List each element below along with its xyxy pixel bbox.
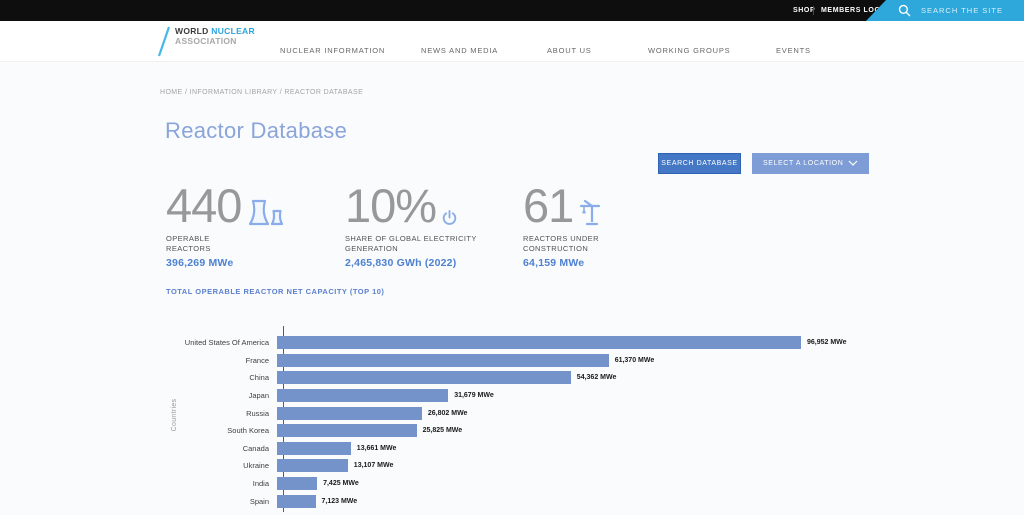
chart-row: Japan 31,679 MWe [160, 387, 900, 405]
chart-value-label: 7,123 MWe [321, 497, 358, 505]
chart-bar[interactable] [277, 371, 571, 385]
chart-value-label: 54,362 MWe [576, 374, 617, 382]
logo-text: WORLD NUCLEAR ASSOCIATION [175, 27, 255, 63]
chart-bar[interactable] [277, 406, 422, 420]
chart-row: Spain 7,123 MWe [160, 492, 900, 510]
chart-category-label: Canada [242, 443, 269, 453]
chart-bar-zone: 7,425 MWe [276, 477, 900, 491]
chart-row: India 7,425 MWe [160, 475, 900, 493]
chart-row: Canada 13,661 MWe [160, 440, 900, 458]
chart-bar[interactable] [277, 389, 449, 403]
stat-share-label: SHARE OF GLOBAL ELECTRICITY GENERATION [345, 234, 477, 253]
chart-bar[interactable] [277, 477, 318, 491]
bar-chart: United States Of America 96,952 MWe France… [160, 334, 900, 510]
crane-icon [579, 198, 601, 226]
chart-title: TOTAL OPERABLE REACTOR NET CAPACITY (TOP… [166, 287, 385, 296]
stat-electricity-share: 10% SHARE OF GLOBAL ELECTRICITY GENERATI… [345, 179, 481, 269]
search-database-button[interactable]: SEARCH DATABASE [658, 153, 741, 174]
chart-bar-zone: 54,362 MWe [276, 371, 900, 385]
select-location-dropdown[interactable]: SELECT A LOCATION [752, 153, 869, 174]
chart-bar-zone: 13,107 MWe [276, 459, 900, 473]
chart-row: South Korea 25,825 MWe [160, 422, 900, 440]
chart-bar-zone: 7,123 MWe [276, 494, 900, 508]
cooling-towers-icon [247, 198, 285, 226]
chart-value-label: 31,679 MWe [454, 392, 494, 400]
page: SHOP MEMBERS LOGIN WORLD NUCLEAR ASSOCIA… [0, 0, 1024, 515]
chart-row: China 54,362 MWe [160, 369, 900, 387]
logo-slash-icon [156, 25, 172, 63]
chart-bar[interactable] [277, 459, 348, 473]
chart-value-label: 26,802 MWe [427, 409, 468, 417]
chart-bar-zone: 96,952 MWe [276, 336, 900, 350]
chart-category-label: France [245, 355, 269, 365]
stat-construction-value: 61 [523, 179, 574, 232]
chart-category-label: India [252, 479, 269, 489]
nav-events[interactable]: EVENTS [776, 46, 811, 55]
chart-value-label: 13,107 MWe [353, 462, 394, 470]
chart-value-label: 13,661 MWe [356, 444, 397, 452]
nav-about-us[interactable]: ABOUT US [547, 46, 592, 55]
chart-category-label: Spain [249, 496, 269, 506]
chart-bar[interactable] [277, 424, 417, 438]
topbar-divider [813, 6, 814, 15]
stat-construction-metric: 64,159 MWe [523, 257, 585, 269]
stat-share-metric: 2,465,830 GWh (2022) [345, 257, 457, 269]
logo[interactable]: WORLD NUCLEAR ASSOCIATION [156, 25, 255, 63]
chart-row: United States Of America 96,952 MWe [160, 334, 900, 352]
breadcrumb[interactable]: HOME / INFORMATION LIBRARY / REACTOR DAT… [160, 89, 363, 96]
chart-bar-zone: 13,661 MWe [276, 441, 900, 455]
chart-bar[interactable] [277, 336, 801, 350]
chart-category-label: South Korea [227, 426, 269, 436]
chart-row: Russia 26,802 MWe [160, 404, 900, 422]
chart-bar-zone: 26,802 MWe [276, 406, 900, 420]
chart-value-label: 96,952 MWe [807, 339, 847, 347]
chart-bar[interactable] [277, 494, 316, 508]
page-title: Reactor Database [165, 118, 348, 143]
site-search[interactable] [866, 0, 1024, 21]
power-icon [442, 210, 457, 226]
chart-category-label: China [249, 373, 269, 383]
chart-category-label: Russia [246, 408, 269, 418]
header: WORLD NUCLEAR ASSOCIATION NUCLEAR INFORM… [0, 21, 1024, 62]
chart-category-label: Japan [248, 391, 269, 401]
stat-operable-label: OPERABLE REACTORS [166, 234, 211, 253]
chart-category-label: Ukraine [243, 461, 269, 471]
stat-operable-value: 440 [166, 179, 242, 232]
nav-nuclear-information[interactable]: NUCLEAR INFORMATION [280, 46, 385, 55]
chart-row: Ukraine 13,107 MWe [160, 457, 900, 475]
search-icon[interactable] [898, 4, 911, 17]
chart-value-label: 7,425 MWe [323, 480, 359, 488]
stat-share-value: 10% [345, 179, 437, 232]
site-search-input[interactable] [921, 6, 1021, 15]
chart-value-label: 61,370 MWe [614, 356, 655, 364]
nav-working-groups[interactable]: WORKING GROUPS [648, 46, 730, 55]
chevron-down-icon [848, 160, 858, 168]
chart-category-label: United States Of America [184, 338, 269, 348]
shop-link[interactable]: SHOP [793, 0, 815, 21]
stat-construction-label: REACTORS UNDER CONSTRUCTION [523, 234, 599, 253]
chart-bar[interactable] [277, 353, 609, 367]
logo-word-world: WORLD [175, 26, 209, 36]
chart-bar[interactable] [277, 441, 351, 455]
chart-row: France 61,370 MWe [160, 352, 900, 370]
chart-bar-zone: 61,370 MWe [276, 353, 900, 367]
stat-under-construction: 61 REACTORS UNDER CONSTRUCTION 64,159 MW… [523, 179, 627, 269]
logo-word-nuclear: NUCLEAR [211, 26, 255, 36]
stat-operable-reactors: 440 OPERABLE REACTORS 396,269 MWe [166, 179, 285, 269]
topbar: SHOP MEMBERS LOGIN [0, 0, 1024, 21]
stat-operable-metric: 396,269 MWe [166, 257, 234, 269]
chart-bar-zone: 31,679 MWe [276, 389, 900, 403]
chart-value-label: 25,825 MWe [422, 427, 463, 435]
select-location-label: SELECT A LOCATION [763, 160, 844, 167]
nav-news-and-media[interactable]: NEWS AND MEDIA [421, 46, 498, 55]
logo-word-association: ASSOCIATION [175, 36, 237, 46]
chart-bar-zone: 25,825 MWe [276, 424, 900, 438]
search-database-label: SEARCH DATABASE [661, 160, 738, 167]
